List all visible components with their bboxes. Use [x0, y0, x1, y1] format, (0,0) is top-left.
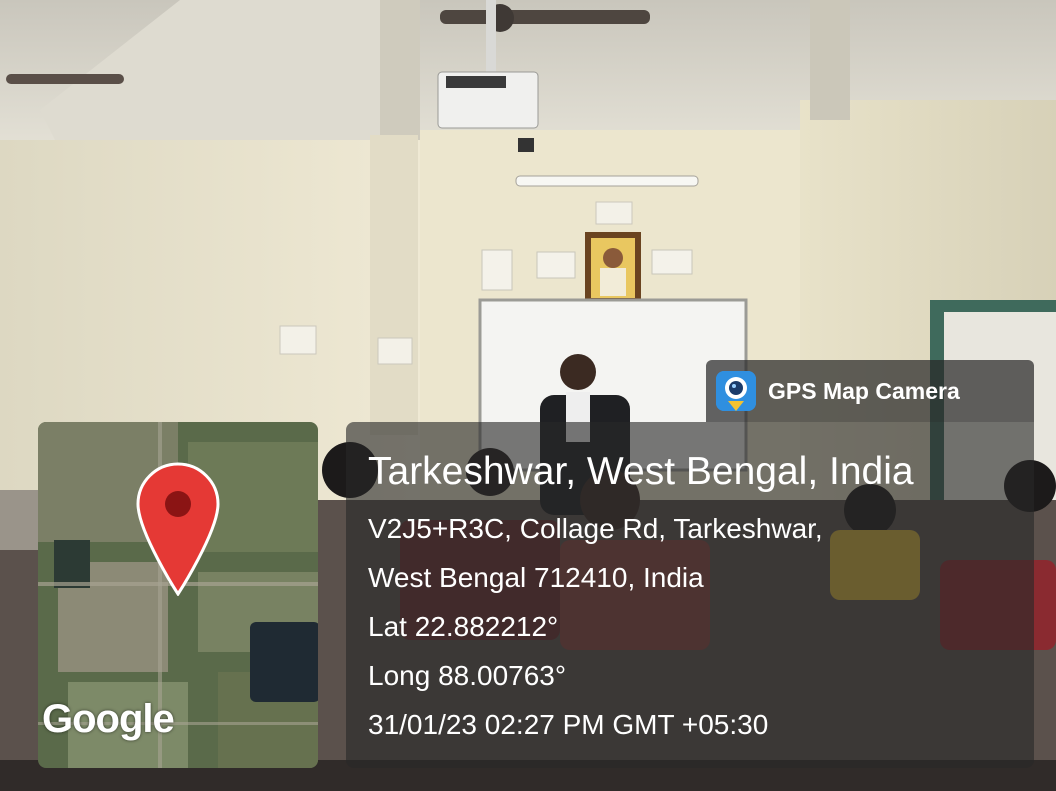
gps-map-camera-badge: GPS Map Camera	[706, 360, 1034, 422]
datetime-text: 31/01/23 02:27 PM GMT +05:30	[368, 709, 769, 740]
map-thumbnail[interactable]: Google	[38, 422, 318, 768]
location-title: Tarkeshwar, West Bengal, India	[368, 450, 914, 493]
camera-lens-pin-icon	[716, 371, 756, 411]
location-info-panel: Tarkeshwar, West Bengal, India V2J5+R3C,…	[346, 422, 1034, 768]
map-pin-icon	[136, 462, 220, 596]
latitude-text: Lat 22.882212°	[368, 611, 559, 642]
app-name: GPS Map Camera	[768, 377, 960, 404]
address-line-2: West Bengal 712410, India	[368, 562, 704, 593]
longitude-text: Long 88.00763°	[368, 660, 567, 691]
google-logo: Google	[42, 697, 175, 741]
address-line-1: V2J5+R3C, Collage Rd, Tarkeshwar,	[368, 513, 823, 544]
